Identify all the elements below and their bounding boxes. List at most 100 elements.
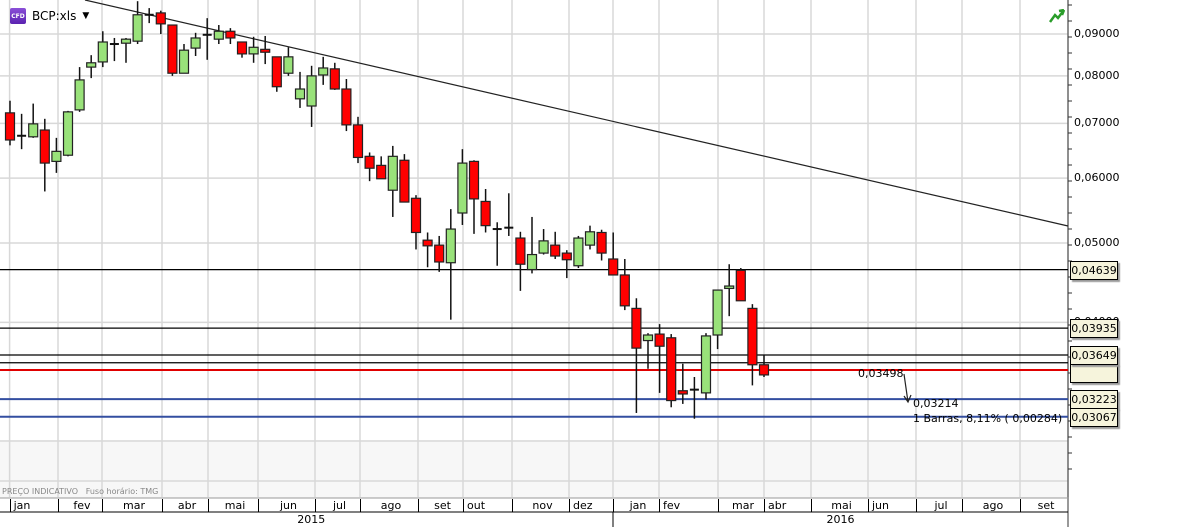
month-label: mai — [811, 499, 868, 512]
candle-up — [120, 38, 132, 44]
price-note: PREÇO INDICATIVO — [2, 487, 79, 496]
candle-down — [677, 390, 688, 395]
candle-down — [4, 112, 16, 141]
candle-up — [724, 285, 735, 290]
candle-down — [608, 258, 619, 276]
month-label: out — [463, 499, 512, 512]
symbol-name: BCP:xls — [32, 9, 77, 23]
month-label: set — [418, 499, 463, 512]
price-level-label: 0,04639 — [1070, 260, 1118, 280]
measure-start-label: 0,03498 — [858, 367, 904, 380]
candle-up — [132, 14, 143, 42]
candle-up — [306, 75, 317, 107]
year-label: 2016 — [826, 513, 855, 526]
candle-down — [631, 307, 642, 349]
candle-up — [573, 237, 584, 267]
green-trend-arrow-icon — [1049, 9, 1065, 23]
candle-up — [86, 62, 97, 68]
candle-down — [329, 68, 340, 90]
candle-doji — [17, 134, 27, 137]
candle-up — [584, 231, 596, 246]
candle-doji — [689, 388, 699, 391]
candle-doji — [144, 13, 154, 16]
candle-up — [642, 334, 654, 342]
month-label: mar — [102, 499, 162, 512]
month-label: nov — [512, 499, 569, 512]
candle-down — [236, 41, 248, 55]
price-label-hidden — [1070, 364, 1118, 383]
measure-summary: 1 Barras, 8,11% ( 0,00284) — [913, 412, 1063, 425]
status-note: PREÇO INDICATIVO Fuso horário: TMG — [2, 487, 158, 496]
year-label: 2015 — [297, 513, 326, 526]
candle-up — [445, 228, 456, 264]
candle-down — [758, 364, 770, 376]
candle-up — [213, 30, 224, 40]
candle-up — [283, 56, 294, 74]
month-label: set — [1020, 499, 1068, 512]
candle-up — [51, 150, 62, 162]
month-label: mai — [208, 499, 258, 512]
measure-arrow-icon — [903, 373, 912, 404]
candle-up — [294, 88, 306, 100]
candle-down — [364, 155, 375, 169]
candle-up — [457, 162, 468, 214]
measure-end-label: 0,03214 — [913, 397, 959, 410]
month-label: dez — [569, 499, 613, 512]
candle-up — [62, 111, 74, 156]
y-tick-label: 0,09000 — [1074, 27, 1120, 40]
candle-up — [74, 79, 85, 111]
month-label: abr — [764, 499, 811, 512]
candle-up — [538, 240, 549, 254]
candle-down — [260, 48, 271, 53]
candle-down — [155, 12, 166, 25]
month-label: jan — [613, 499, 659, 512]
month-label: jul — [315, 499, 360, 512]
candle-up — [190, 37, 201, 49]
candle-down — [341, 88, 352, 126]
candle-up — [700, 335, 712, 394]
month-label: ago — [962, 499, 1020, 512]
month-label: jan — [9, 499, 58, 512]
candle-up — [526, 253, 538, 271]
candlestick-chart[interactable] — [0, 0, 1197, 527]
candle-up — [318, 67, 329, 76]
y-tick-label: 0,06000 — [1074, 171, 1120, 185]
price-level-label: 0,03067 — [1070, 407, 1118, 427]
candle-doji — [109, 43, 119, 46]
candle-down — [225, 30, 236, 39]
candle-down — [468, 160, 480, 200]
candle-down — [619, 274, 630, 307]
month-label: fev — [58, 499, 102, 512]
candle-down — [167, 24, 178, 74]
price-level-label: 0,03223 — [1070, 390, 1118, 410]
candle-up — [178, 49, 190, 74]
candle-down — [747, 307, 758, 366]
candle-down — [654, 333, 665, 347]
candle-down — [399, 159, 410, 203]
candle-up — [712, 289, 723, 336]
y-tick-label: 0,08000 — [1074, 68, 1120, 82]
candle-up — [387, 155, 398, 191]
candle-down — [422, 239, 433, 247]
month-label: jul — [916, 499, 962, 512]
candle-down — [352, 124, 364, 159]
candle-down — [550, 244, 561, 257]
candle-up — [248, 46, 259, 55]
candle-down — [410, 197, 422, 234]
month-label: mar — [718, 499, 764, 512]
candle-down — [376, 164, 387, 180]
price-level-label: 0,03649 — [1070, 345, 1118, 365]
candle-down — [561, 252, 572, 261]
price-level-label: 0,03935 — [1070, 319, 1118, 339]
symbol-selector[interactable]: CFD BCP:xls ▼ — [10, 8, 89, 24]
candle-doji — [202, 33, 212, 36]
cfd-icon: CFD — [10, 8, 26, 24]
candle-up — [28, 123, 39, 138]
candle-down — [515, 237, 526, 265]
candle-down — [480, 200, 491, 227]
timezone-label: Fuso horário: TMG — [85, 487, 159, 496]
candle-down — [271, 56, 282, 88]
month-label: ago — [360, 499, 418, 512]
candle-down — [39, 129, 50, 164]
caret-down-icon[interactable]: ▼ — [82, 11, 89, 21]
